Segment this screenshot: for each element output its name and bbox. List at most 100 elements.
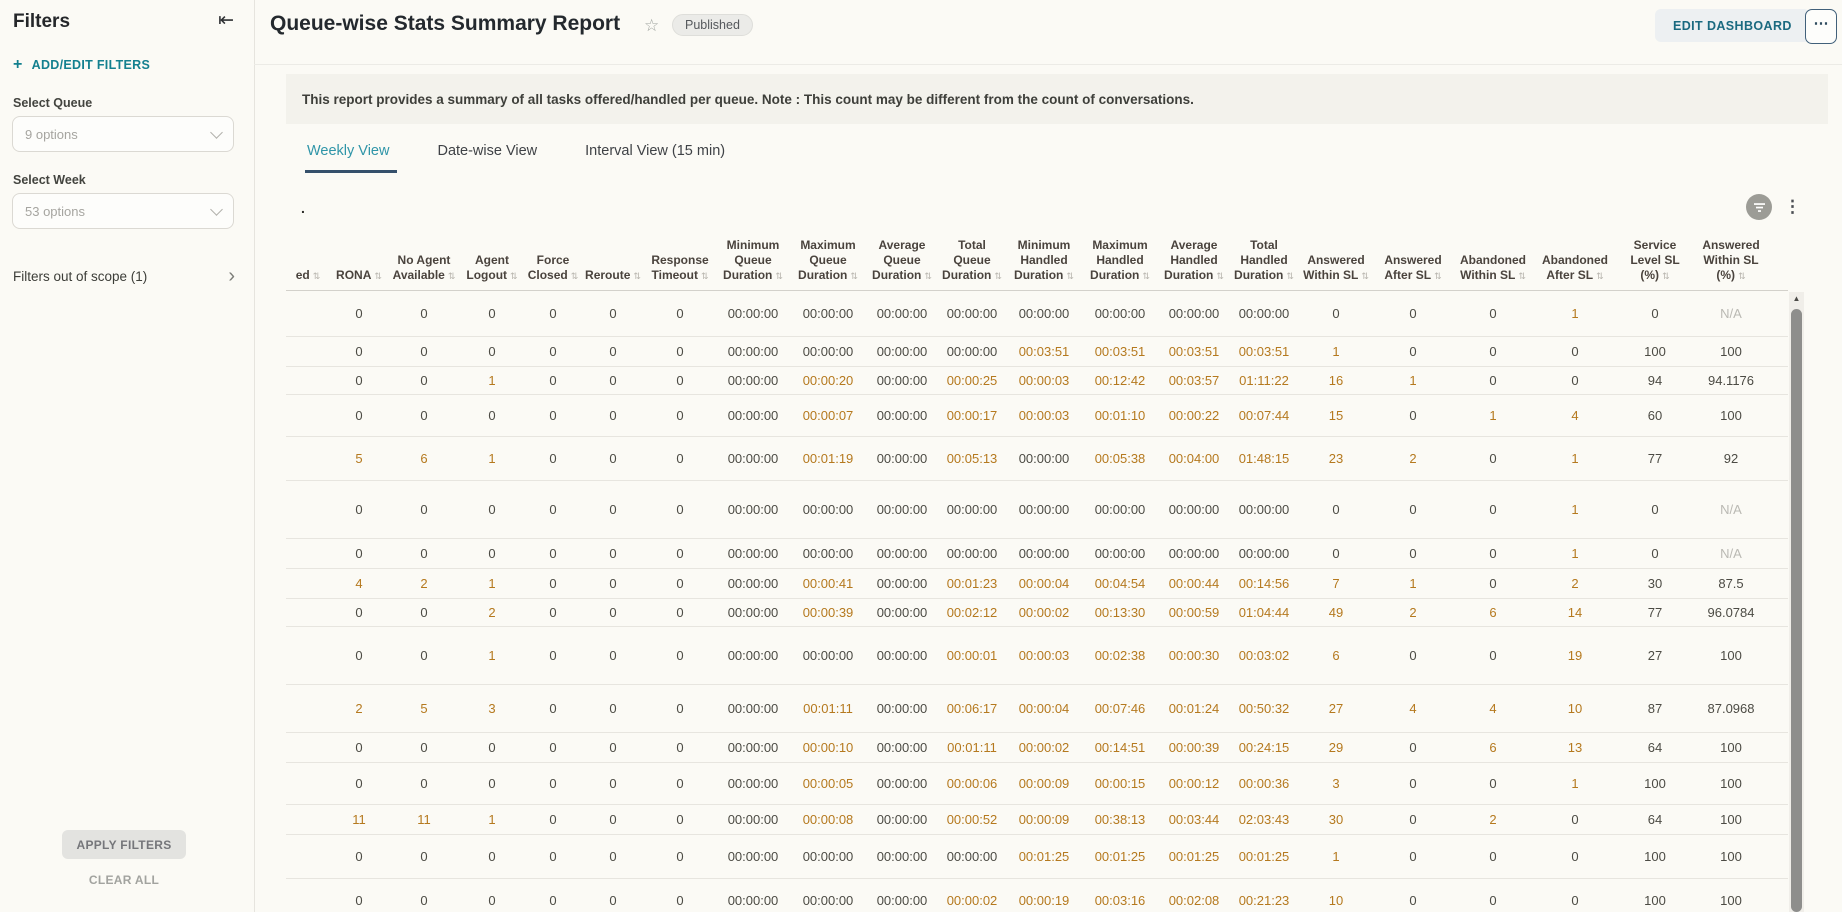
clear-all-button[interactable]: CLEAR ALL <box>62 873 186 887</box>
sort-icon[interactable]: ⇅ <box>775 271 783 281</box>
table-cell: 00:00:00 <box>938 546 1006 561</box>
report-description: This report provides a summary of all ta… <box>286 74 1828 124</box>
sort-icon[interactable]: ⇅ <box>1286 271 1294 281</box>
table-cell: 0 <box>582 812 644 827</box>
select-queue-dropdown[interactable]: 9 options <box>12 116 234 152</box>
header-cell[interactable]: Average Queue Duration⇅ <box>866 222 938 290</box>
sort-icon[interactable]: ⇅ <box>510 271 518 281</box>
table-filter-icon[interactable] <box>1746 194 1772 220</box>
table-cell: 0 <box>1374 648 1452 663</box>
tab-weekly-view[interactable]: Weekly View <box>307 143 389 173</box>
sort-icon[interactable]: ⇅ <box>1434 271 1442 281</box>
select-week-dropdown[interactable]: 53 options <box>12 193 234 229</box>
scrollbar-thumb[interactable] <box>1791 309 1802 912</box>
table-row: 00100000:00:0000:00:0000:00:0000:00:0100… <box>286 627 1788 685</box>
table-cell: 0 <box>388 344 460 359</box>
sort-icon[interactable]: ⇅ <box>1662 271 1670 281</box>
sort-icon[interactable]: ⇅ <box>313 271 321 281</box>
sort-icon[interactable]: ⇅ <box>924 271 932 281</box>
table-cell: 00:00:00 <box>716 701 790 716</box>
header-cell[interactable]: Answered Within SL⇅ <box>1298 222 1374 290</box>
table-cell: 00:01:25 <box>1006 849 1082 864</box>
table-cell: 00:00:00 <box>716 648 790 663</box>
tab-date-wise-view[interactable]: Date-wise View <box>437 143 537 173</box>
header-cell-label: Service Level SL (%)⇅ <box>1618 238 1692 283</box>
table-cell: 0 <box>582 451 644 466</box>
table-cell: 01:48:15 <box>1230 451 1298 466</box>
header-cell[interactable]: Total Queue Duration⇅ <box>938 222 1006 290</box>
sort-icon[interactable]: ⇅ <box>448 271 456 281</box>
filters-out-of-scope-row[interactable]: Filters out of scope (1) › <box>13 266 235 286</box>
table-cell: 29 <box>1298 740 1374 755</box>
star-icon[interactable]: ☆ <box>644 16 659 36</box>
header-cell[interactable]: Abandoned Within SL⇅ <box>1452 222 1534 290</box>
more-options-button[interactable]: ⋯ <box>1805 9 1837 44</box>
table-cell: 0 <box>330 306 388 321</box>
table-cell: 0 <box>330 776 388 791</box>
table-vertical-scrollbar[interactable]: ▲ <box>1789 292 1804 912</box>
tab-interval-view[interactable]: Interval View (15 min) <box>585 143 725 173</box>
header-cell[interactable]: Maximum Queue Duration⇅ <box>790 222 866 290</box>
header-cell[interactable]: Force Closed⇅ <box>524 222 582 290</box>
header-cell[interactable]: Minimum Handled Duration⇅ <box>1006 222 1082 290</box>
sort-icon[interactable]: ⇅ <box>633 271 641 281</box>
table-cell: 00:01:11 <box>938 740 1006 755</box>
header-cell[interactable]: Maximum Handled Duration⇅ <box>1082 222 1158 290</box>
table-menu-kebab-icon[interactable]: ⋮ <box>1784 197 1801 217</box>
header-cell[interactable]: Abandoned After SL⇅ <box>1534 222 1616 290</box>
header-cell[interactable]: Minimum Queue Duration⇅ <box>716 222 790 290</box>
scroll-up-arrow[interactable]: ▲ <box>1789 294 1804 303</box>
table-cell: 0 <box>330 740 388 755</box>
header-cell[interactable]: Answered After SL⇅ <box>1374 222 1452 290</box>
header-cell[interactable]: Average Handled Duration⇅ <box>1158 222 1230 290</box>
sort-icon[interactable]: ⇅ <box>1738 271 1746 281</box>
sort-icon[interactable]: ⇅ <box>994 271 1002 281</box>
header-cell[interactable]: ed⇅ <box>286 222 330 290</box>
header-cell[interactable]: Answered Within SL (%)⇅ <box>1694 222 1768 290</box>
table-cell: 00:00:00 <box>866 502 938 517</box>
table-cell: 0 <box>1452 648 1534 663</box>
header-cell[interactable]: Agent Logout⇅ <box>460 222 524 290</box>
sort-icon[interactable]: ⇅ <box>1142 271 1150 281</box>
sort-icon[interactable]: ⇅ <box>850 271 858 281</box>
sort-icon[interactable]: ⇅ <box>1518 271 1526 281</box>
table-cell: 0 <box>330 648 388 663</box>
apply-filters-button[interactable]: APPLY FILTERS <box>62 830 186 859</box>
table-cell: 00:00:00 <box>1158 546 1230 561</box>
header-cell[interactable]: Total Handled Duration⇅ <box>1230 222 1298 290</box>
table-cell: 00:06:17 <box>938 701 1006 716</box>
collapse-sidebar-icon[interactable]: ⇤ <box>218 9 234 32</box>
table-cell: 00:00:00 <box>866 893 938 908</box>
sort-icon[interactable]: ⇅ <box>701 271 709 281</box>
table-cell: 0 <box>330 893 388 908</box>
table-cell: 100 <box>1694 648 1768 663</box>
header-cell[interactable]: Response Timeout⇅ <box>644 222 716 290</box>
sort-icon[interactable]: ⇅ <box>1361 271 1369 281</box>
table-cell: 0 <box>1374 893 1452 908</box>
edit-dashboard-button[interactable]: EDIT DASHBOARD <box>1655 9 1810 42</box>
table-cell: 00:21:23 <box>1230 893 1298 908</box>
sort-icon[interactable]: ⇅ <box>374 271 382 281</box>
table-cell: 00:00:00 <box>716 776 790 791</box>
table-cell: 0 <box>388 502 460 517</box>
table-cell: 0 <box>582 776 644 791</box>
header-cell[interactable]: RONA⇅ <box>330 222 388 290</box>
sort-icon[interactable]: ⇅ <box>1216 271 1224 281</box>
header-cell[interactable]: Service Level SL (%)⇅ <box>1616 222 1694 290</box>
table-cell: 00:00:00 <box>866 605 938 620</box>
header-cell-label: Total Queue Duration⇅ <box>940 238 1004 283</box>
header-cell[interactable]: No Agent Available⇅ <box>388 222 460 290</box>
add-edit-filters-button[interactable]: + ADD/EDIT FILTERS <box>13 56 150 74</box>
table-cell: 2 <box>460 605 524 620</box>
header-cell[interactable]: Reroute⇅ <box>582 222 644 290</box>
table-cell: 96.0784 <box>1694 605 1768 620</box>
table-cell: 00:24:15 <box>1230 740 1298 755</box>
sort-icon[interactable]: ⇅ <box>1066 271 1074 281</box>
table-cell: 00:00:00 <box>938 502 1006 517</box>
table-cell: 00:00:06 <box>938 776 1006 791</box>
table-cell: 00:00:05 <box>790 776 866 791</box>
table-cell: 49 <box>1298 605 1374 620</box>
sort-icon[interactable]: ⇅ <box>571 271 579 281</box>
table-cell: 0 <box>524 648 582 663</box>
sort-icon[interactable]: ⇅ <box>1596 271 1604 281</box>
